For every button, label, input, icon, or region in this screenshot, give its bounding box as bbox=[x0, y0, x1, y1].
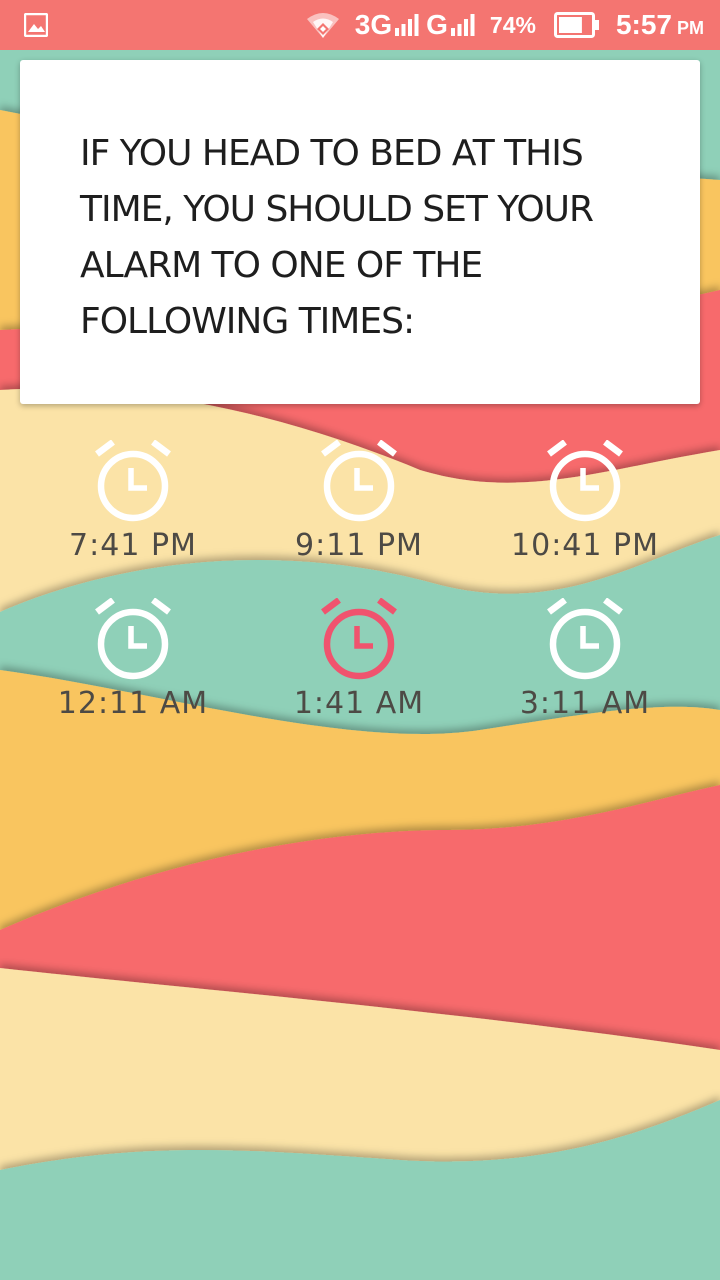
alarm-time-label: 3:11 AM bbox=[519, 686, 651, 721]
card-message: IF YOU HEAD TO BED AT THIS TIME, YOU SHO… bbox=[80, 133, 594, 342]
alarm-clock-icon bbox=[547, 598, 623, 680]
network-type-1: 3G bbox=[354, 9, 393, 40]
battery-percent: 74% bbox=[489, 11, 536, 38]
wifi-hotspot-icon bbox=[306, 13, 339, 38]
signal-icon bbox=[450, 14, 475, 36]
alarm-time-label: 12:11 AM bbox=[57, 686, 209, 721]
alarm-option-6[interactable]: 3:11 AM bbox=[472, 598, 698, 748]
bedtime-info-card: IF YOU HEAD TO BED AT THIS TIME, YOU SHO… bbox=[20, 60, 700, 404]
clock-ampm: PM bbox=[677, 18, 704, 38]
status-indicators: 3G G 74% 5:57 PM bbox=[305, 0, 704, 50]
app-screen: 3G G 74% 5:57 PM IF YOU HEAD TO BED AT T… bbox=[0, 0, 720, 1280]
alarm-option-3[interactable]: 10:41 PM bbox=[472, 440, 698, 590]
alarm-clock-icon bbox=[547, 440, 623, 522]
battery-icon bbox=[553, 12, 599, 38]
alarm-clock-icon bbox=[321, 598, 397, 680]
status-bar: 3G G 74% 5:57 PM bbox=[0, 0, 720, 50]
alarm-option-1[interactable]: 7:41 PM bbox=[20, 440, 246, 590]
alarm-clock-icon bbox=[95, 440, 171, 522]
alarm-time-label: 1:41 AM bbox=[293, 686, 425, 721]
alarm-option-2[interactable]: 9:11 PM bbox=[246, 440, 472, 590]
clock-time: 5:57 bbox=[615, 9, 672, 40]
gallery-icon bbox=[24, 13, 48, 37]
signal-icon bbox=[395, 14, 419, 36]
alarm-time-label: 10:41 PM bbox=[511, 528, 659, 563]
alarm-clock-icon bbox=[321, 440, 397, 522]
alarm-time-label: 7:41 PM bbox=[69, 528, 197, 563]
alarm-option-5[interactable]: 1:41 AM bbox=[246, 598, 472, 748]
alarm-option-4[interactable]: 12:11 AM bbox=[20, 598, 246, 748]
alarm-time-label: 9:11 PM bbox=[295, 528, 423, 563]
alarm-clock-icon bbox=[95, 598, 171, 680]
network-type-2: G bbox=[426, 9, 448, 40]
